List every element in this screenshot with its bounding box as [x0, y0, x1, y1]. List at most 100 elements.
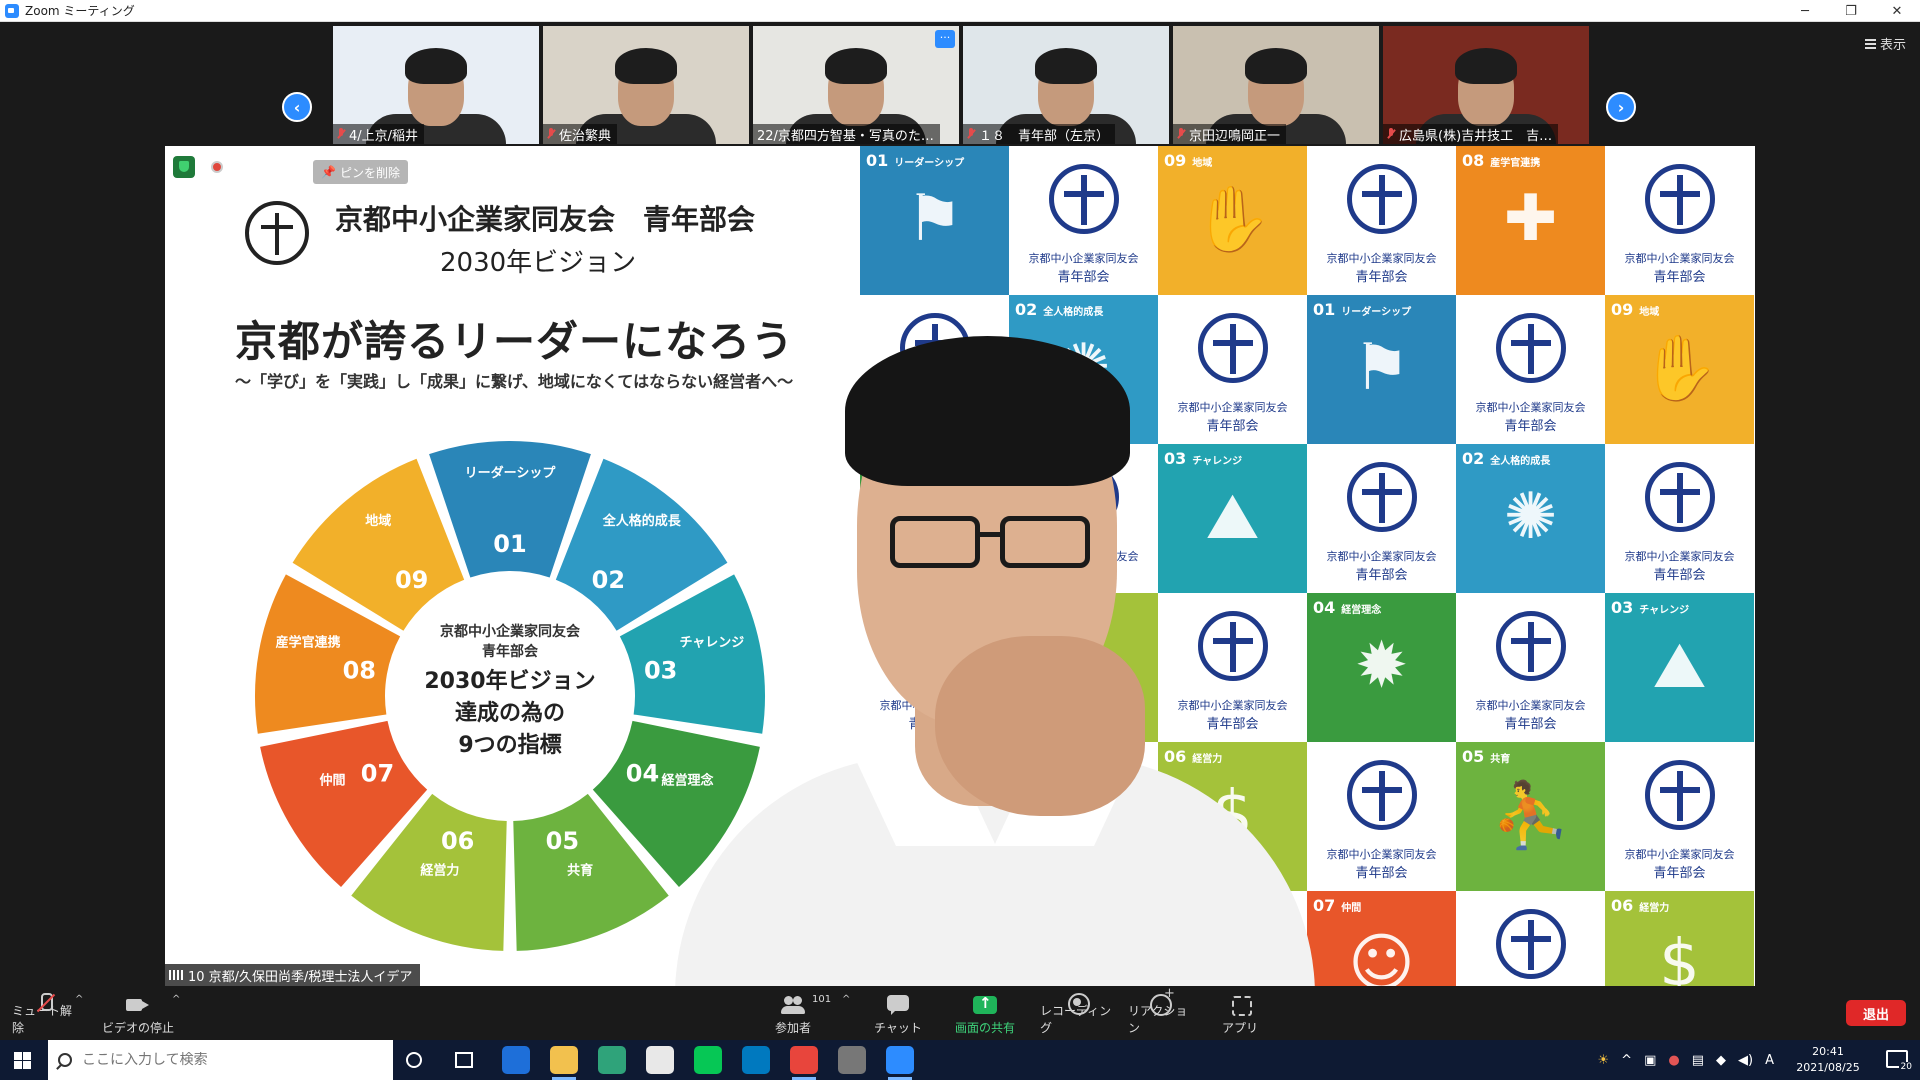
- weather-icon[interactable]: ☀: [1598, 1053, 1610, 1068]
- line-icon[interactable]: [694, 1046, 722, 1074]
- cortana-icon[interactable]: [406, 1052, 422, 1068]
- participant-tile[interactable]: 4/上京/稲井: [333, 26, 539, 144]
- next-page-button[interactable]: ›: [1606, 92, 1636, 122]
- participant-name: 佐治繁典: [559, 128, 612, 144]
- participants-caret-icon[interactable]: ^: [842, 994, 850, 1005]
- view-button[interactable]: 表示: [1864, 34, 1906, 53]
- leave-button[interactable]: 退出: [1846, 1000, 1906, 1026]
- minimize-button[interactable]: ─: [1782, 0, 1828, 22]
- participant-tile[interactable]: 広島県(株)吉井技工 吉…: [1383, 26, 1589, 144]
- chrome-icon[interactable]: [790, 1046, 818, 1080]
- taskbar-search-input[interactable]: [82, 1052, 362, 1068]
- recording-indicator-icon: [211, 161, 223, 173]
- indicator-pictogram-icon: ✺: [1503, 480, 1558, 554]
- stop-video-button[interactable]: ビデオの停止: [102, 992, 174, 1036]
- speaker-name-tag: 10 京都/久保田尚季/税理士法人イデア: [165, 964, 421, 986]
- participant-tile[interactable]: １８ 青年部（左京）: [963, 26, 1169, 144]
- ime-indicator[interactable]: A: [1765, 1053, 1774, 1068]
- chat-button[interactable]: チャット: [872, 992, 924, 1036]
- apps-button[interactable]: アプリ: [1222, 992, 1258, 1036]
- unpin-button[interactable]: 📌 ピンを削除: [313, 160, 408, 184]
- chevron-left-icon: ‹: [293, 97, 301, 117]
- wheel-segment-label: リーダーシップ: [465, 465, 557, 481]
- search-icon: [58, 1053, 72, 1067]
- participant-hair: [1455, 48, 1517, 84]
- participant-hair: [1245, 48, 1307, 84]
- participant-name-tag: 22/京都四方智基・写真のた…: [753, 124, 940, 144]
- wheel-segment-number: 06: [441, 827, 474, 855]
- network-icon[interactable]: ▤: [1692, 1053, 1704, 1068]
- unmute-button[interactable]: ミュート解除: [12, 992, 78, 1036]
- wheel-segment-number: 07: [361, 760, 394, 788]
- reaction-smile-icon: [1146, 986, 1175, 1016]
- share-screen-button[interactable]: 画面の共有: [952, 992, 1018, 1036]
- meeting-area: 表示 ‹ › 4/上京/稲井 佐治繁典 22/京都四方智基・写真のた… ··· １８ 青…: [0, 22, 1920, 988]
- grid-icon: [1864, 38, 1876, 49]
- task-view-icon[interactable]: [455, 1052, 473, 1068]
- participant-name-tag: 広島県(株)吉井技工 吉…: [1383, 124, 1559, 144]
- org-emblem-icon: [1645, 760, 1715, 830]
- grid-indicator-caption: 01 リーダーシップ: [1313, 300, 1411, 319]
- trello-icon[interactable]: [742, 1046, 770, 1074]
- grid-indicator-number: 06: [1611, 896, 1634, 915]
- microphone-muted-icon: [967, 128, 975, 140]
- grid-indicator-number: 08: [1462, 151, 1485, 170]
- more-options-button[interactable]: ···: [935, 30, 955, 48]
- reactions-button[interactable]: リアクション: [1128, 986, 1190, 1036]
- speaker-hand: [935, 636, 1145, 816]
- microphone-muted-icon: [547, 128, 555, 140]
- wheel-segment-label: 仲間: [319, 773, 345, 789]
- participant-count: 101: [812, 994, 832, 1005]
- microphone-muted-icon: [1387, 128, 1395, 140]
- meeting-toolbar: ミュート解除 ^ ビデオの停止 ^ 参加者 101 ^ チャット 画面の共有 レ…: [0, 986, 1920, 1040]
- record-button[interactable]: レコーディング: [1040, 992, 1114, 1036]
- org-emblem-icon: [1347, 164, 1417, 234]
- explorer-icon[interactable]: [550, 1046, 578, 1080]
- glasses-bridge: [979, 532, 1001, 537]
- close-button[interactable]: ✕: [1874, 0, 1920, 22]
- windows-start-icon[interactable]: [14, 1052, 31, 1069]
- apps-icon: [1227, 994, 1253, 1016]
- unpin-label: ピンを削除: [339, 165, 400, 180]
- zoom-icon[interactable]: [886, 1046, 914, 1080]
- indicator-pictogram-icon: ⚑: [905, 182, 964, 256]
- prev-page-button[interactable]: ‹: [282, 92, 312, 122]
- tray-app-icon[interactable]: ▣: [1644, 1053, 1656, 1068]
- org-emblem-icon: [1645, 462, 1715, 532]
- participant-name: 京田辺鳴岡正一: [1189, 128, 1281, 144]
- restore-button[interactable]: ❐: [1828, 0, 1874, 22]
- grid-indicator-cell: 06 経営力 $: [1605, 891, 1754, 986]
- participant-tile[interactable]: 佐治繁典: [543, 26, 749, 144]
- participant-tile[interactable]: 22/京都四方智基・写真のた… ···: [753, 26, 959, 144]
- grid-logo-cell: 京都中小企業家同友会青年部会: [1456, 891, 1605, 986]
- grid-logo-cell: 京都中小企業家同友会青年部会: [1307, 146, 1456, 295]
- chevron-right-icon: ›: [1617, 97, 1625, 117]
- security-shield-icon[interactable]: [173, 156, 195, 178]
- participants-button[interactable]: 参加者: [768, 992, 818, 1036]
- wheel-segment-label: 経営力: [420, 863, 459, 879]
- dropbox-icon[interactable]: ◆: [1716, 1053, 1726, 1068]
- bw-app-icon[interactable]: [502, 1046, 530, 1074]
- antivirus-icon[interactable]: ●: [1668, 1053, 1679, 1068]
- grid-org-name: 京都中小企業家同友会: [1475, 401, 1586, 414]
- grid-logo-cell: 京都中小企業家同友会青年部会: [1605, 444, 1754, 593]
- slack-icon[interactable]: [646, 1046, 674, 1074]
- grid-indicator-cell: 01 リーダーシップ ⚑: [860, 146, 1009, 295]
- grid-indicator-label: 経営力: [1639, 903, 1670, 914]
- settings-icon[interactable]: [838, 1046, 866, 1074]
- taskbar-clock[interactable]: 20:41 2021/08/25: [1788, 1044, 1868, 1076]
- edge-icon[interactable]: [598, 1046, 626, 1074]
- tray-chevron-up-icon[interactable]: ^: [1621, 1053, 1632, 1068]
- audio-options-caret-icon[interactable]: ^: [75, 994, 83, 1005]
- participant-tile[interactable]: 京田辺鳴岡正一: [1173, 26, 1379, 144]
- taskbar-search[interactable]: [48, 1040, 393, 1080]
- notification-count: 20: [1898, 1062, 1914, 1072]
- microphone-muted-icon: [1177, 128, 1185, 140]
- speaker-volume-icon[interactable]: ◀): [1738, 1053, 1753, 1068]
- video-options-caret-icon[interactable]: ^: [172, 994, 180, 1005]
- grid-indicator-number: 03: [1611, 598, 1634, 617]
- grid-indicator-caption: 06 経営力: [1611, 896, 1669, 915]
- indicator-pictogram-icon: ✚: [1503, 182, 1558, 256]
- participant-strip: 4/上京/稲井 佐治繁典 22/京都四方智基・写真のた… ··· １８ 青年部（左京） 京…: [333, 26, 1593, 144]
- wheel-segment-number: 09: [395, 566, 428, 594]
